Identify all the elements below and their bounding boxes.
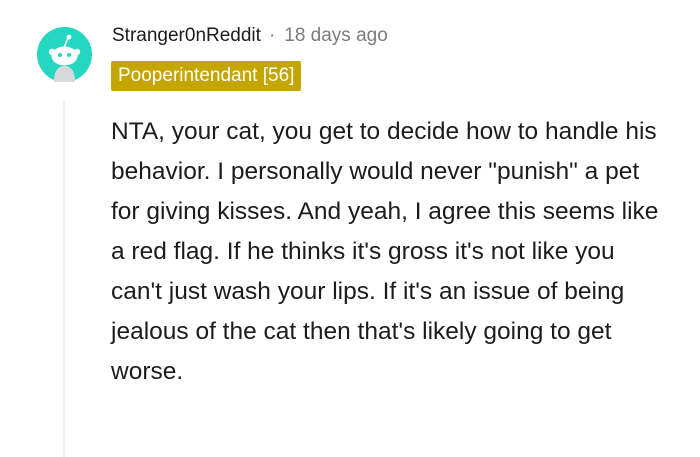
- comment-body: NTA, your cat, you get to decide how to …: [111, 118, 659, 385]
- user-flair-badge: Pooperintendant [56]: [111, 61, 302, 91]
- comment: Stranger0nReddit · 18 days ago Pooperint…: [0, 0, 700, 457]
- reddit-snoo-avatar-icon: [37, 27, 92, 82]
- avatar[interactable]: [37, 27, 92, 82]
- timestamp-link[interactable]: 18 days ago: [284, 25, 388, 47]
- thread-collapse-line[interactable]: [63, 100, 65, 457]
- meta-separator: ·: [268, 25, 276, 46]
- username-link[interactable]: Stranger0nReddit: [112, 25, 261, 47]
- comment-meta: Stranger0nReddit · 18 days ago: [112, 22, 388, 50]
